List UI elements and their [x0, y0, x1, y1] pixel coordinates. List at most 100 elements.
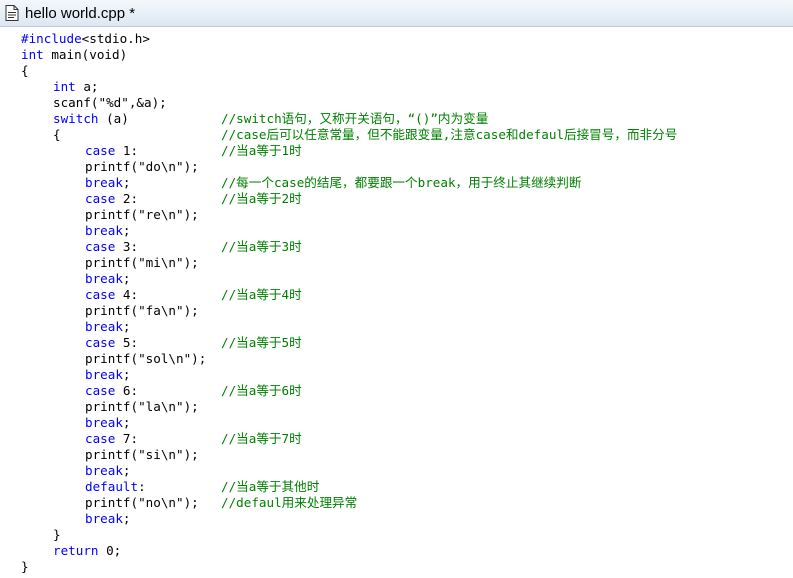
- code-text: }: [53, 527, 61, 542]
- code-line[interactable]: case 1: //当a等于1时: [21, 143, 302, 159]
- code-line[interactable]: break;: [21, 367, 206, 383]
- code-statement: break;: [21, 463, 131, 478]
- code-line[interactable]: switch (a) //switch语句，又称开关语句，“()”内为变量: [21, 111, 488, 127]
- code-line[interactable]: case 4: //当a等于4时: [21, 287, 302, 303]
- code-line[interactable]: case 3: //当a等于3时: [21, 239, 302, 255]
- code-line[interactable]: }: [21, 559, 206, 575]
- code-line[interactable]: break;: [21, 319, 206, 335]
- code-line[interactable]: {: [21, 63, 206, 79]
- code-statement: break;: [21, 511, 131, 526]
- code-keyword: default: [85, 479, 139, 494]
- code-statement: printf("mi\n");: [21, 255, 199, 270]
- code-text: }: [21, 559, 29, 574]
- code-text: 7:: [115, 431, 139, 446]
- title-bar[interactable]: hello world.cpp *: [0, 0, 793, 27]
- code-statement: default:: [21, 479, 146, 494]
- code-statement: break;: [21, 367, 131, 382]
- code-line[interactable]: int a;: [21, 79, 206, 95]
- code-statement: case 5:: [21, 335, 138, 350]
- code-keyword: return: [53, 543, 99, 558]
- code-text: ;: [122, 175, 131, 190]
- code-text: (a): [98, 111, 129, 126]
- code-text: ;: [122, 415, 131, 430]
- code-text: printf("mi\n");: [85, 255, 199, 270]
- code-line[interactable]: case 2: //当a等于2时: [21, 191, 302, 207]
- code-line[interactable]: printf("si\n");: [21, 447, 206, 463]
- code-line[interactable]: printf("fa\n");: [21, 303, 206, 319]
- code-comment: //当a等于其他时: [221, 479, 320, 494]
- code-line[interactable]: return 0;: [21, 543, 206, 559]
- code-line[interactable]: break;: [21, 271, 206, 287]
- code-keyword: int: [21, 47, 44, 62]
- code-statement: break;: [21, 319, 131, 334]
- code-comment: //当a等于5时: [221, 335, 302, 350]
- code-comment: //当a等于3时: [221, 239, 302, 254]
- code-comment: //defaul用来处理异常: [221, 495, 358, 510]
- code-line[interactable]: #include<stdio.h>: [21, 31, 206, 47]
- code-statement: printf("do\n");: [21, 159, 199, 174]
- code-keyword: switch: [53, 111, 99, 126]
- code-text: 5:: [115, 335, 139, 350]
- code-line[interactable]: printf("re\n");: [21, 207, 206, 223]
- code-comment: //当a等于2时: [221, 191, 302, 206]
- code-statement: case 3:: [21, 239, 138, 254]
- code-text: printf("sol\n");: [85, 351, 207, 366]
- code-text: 6:: [115, 383, 139, 398]
- code-line[interactable]: printf("no\n"); //defaul用来处理异常: [21, 495, 357, 511]
- code-text: {: [21, 63, 29, 78]
- code-comment: //当a等于6时: [221, 383, 302, 398]
- code-line[interactable]: break;: [21, 463, 206, 479]
- code-line[interactable]: default: //当a等于其他时: [21, 479, 319, 495]
- document-icon: [5, 5, 19, 21]
- code-line[interactable]: break;: [21, 415, 206, 431]
- code-editor[interactable]: #include<stdio.h> int main(void){int a; sc…: [0, 28, 793, 578]
- code-line[interactable]: }: [21, 527, 206, 543]
- code-line[interactable]: int main(void): [21, 47, 206, 63]
- code-statement: switch (a): [21, 111, 129, 126]
- code-keyword: case: [85, 335, 116, 350]
- code-text: ;: [122, 367, 131, 382]
- code-text: <stdio.h>: [81, 31, 150, 46]
- code-text: 2:: [115, 191, 139, 206]
- code-line[interactable]: case 6: //当a等于6时: [21, 383, 302, 399]
- code-statement: printf("no\n");: [21, 495, 199, 510]
- editor-window: hello world.cpp * #include<stdio.h> int m…: [0, 0, 793, 578]
- code-statement: case 4:: [21, 287, 138, 302]
- code-statement: break;: [21, 175, 131, 190]
- code-statement: break;: [21, 271, 131, 286]
- code-area[interactable]: #include<stdio.h> int main(void){int a; sc…: [21, 31, 677, 575]
- code-text: ;: [122, 223, 131, 238]
- code-line[interactable]: printf("la\n");: [21, 399, 206, 415]
- code-keyword: case: [85, 239, 116, 254]
- window-title: hello world.cpp *: [25, 4, 136, 22]
- code-text: printf("re\n");: [85, 207, 199, 222]
- code-statement: }: [21, 559, 29, 574]
- code-keyword: case: [85, 287, 116, 302]
- code-line[interactable]: {//case后可以任意常量，但不能跟变量,注意case和defaul后接冒号，…: [21, 127, 677, 143]
- code-line[interactable]: break;: [21, 511, 206, 527]
- code-keyword: break: [85, 223, 123, 238]
- code-text: printf("no\n");: [85, 495, 199, 510]
- code-comment: //当a等于4时: [221, 287, 302, 302]
- code-statement: return 0;: [21, 543, 121, 558]
- code-line[interactable]: printf("sol\n");: [21, 351, 206, 367]
- code-text: printf("do\n");: [85, 159, 199, 174]
- code-line[interactable]: case 7: //当a等于7时: [21, 431, 302, 447]
- code-keyword: break: [85, 415, 123, 430]
- code-line[interactable]: case 5: //当a等于5时: [21, 335, 302, 351]
- code-text: ;: [122, 511, 131, 526]
- code-line[interactable]: scanf("%d",&a);: [21, 95, 206, 111]
- code-line[interactable]: printf("mi\n");: [21, 255, 206, 271]
- code-text: 4:: [115, 287, 139, 302]
- code-text: main(void): [43, 47, 128, 62]
- code-line[interactable]: break;: [21, 223, 206, 239]
- code-text: {: [53, 127, 61, 142]
- code-line[interactable]: printf("do\n");: [21, 159, 206, 175]
- code-keyword: case: [85, 143, 116, 158]
- code-text: scanf("%d",&a);: [53, 95, 167, 110]
- code-keyword: case: [85, 191, 116, 206]
- code-line[interactable]: break; //每一个case的结尾，都要跟一个break，用于终止其继续判断: [21, 175, 581, 191]
- code-statement: printf("la\n");: [21, 399, 199, 414]
- code-statement: int a;: [21, 79, 99, 94]
- code-text: printf("si\n");: [85, 447, 199, 462]
